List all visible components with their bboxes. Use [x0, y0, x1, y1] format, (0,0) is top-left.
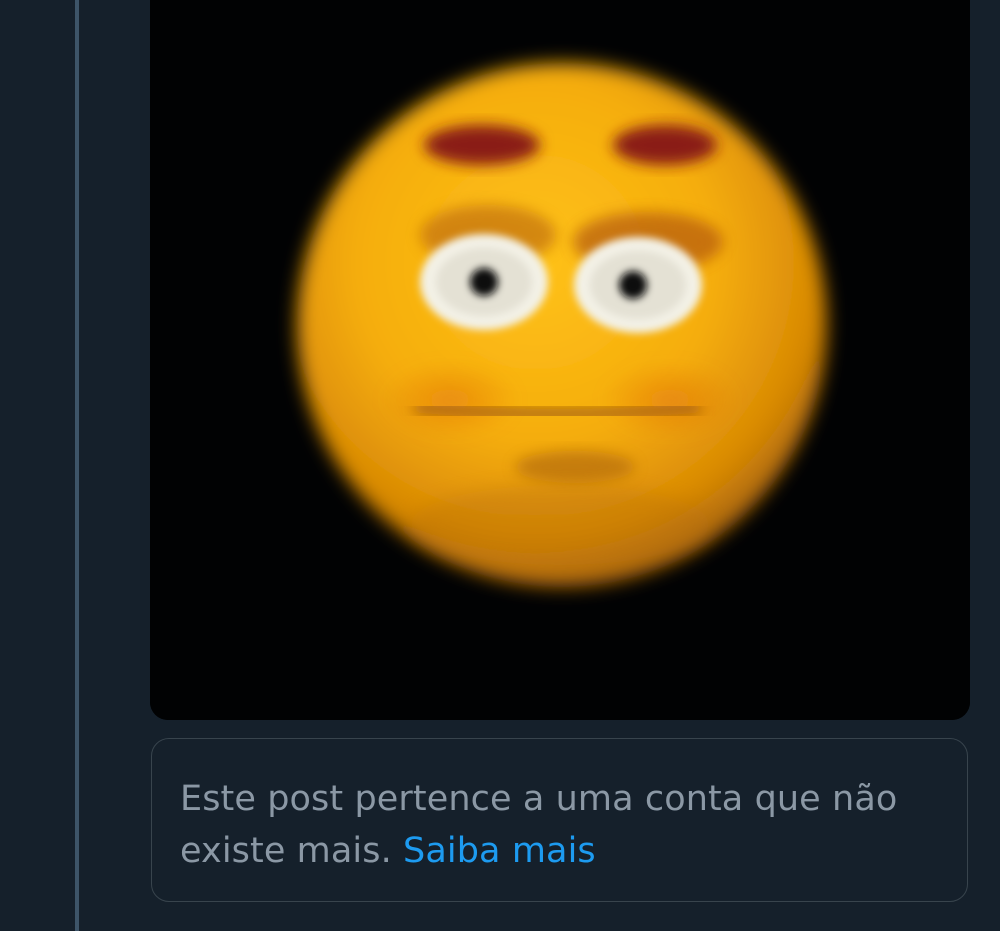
deleted-account-notice: Este post pertence a uma conta que não e…: [151, 738, 968, 902]
notice-text: Este post pertence a uma conta que não e…: [180, 773, 939, 877]
post-media-image[interactable]: [150, 0, 970, 720]
learn-more-link[interactable]: Saiba mais: [403, 831, 596, 871]
thread-connector-line: [75, 0, 79, 931]
flushed-face-emoji-icon: [150, 0, 970, 720]
post-thread-view: Este post pertence a uma conta que não e…: [0, 0, 1000, 931]
